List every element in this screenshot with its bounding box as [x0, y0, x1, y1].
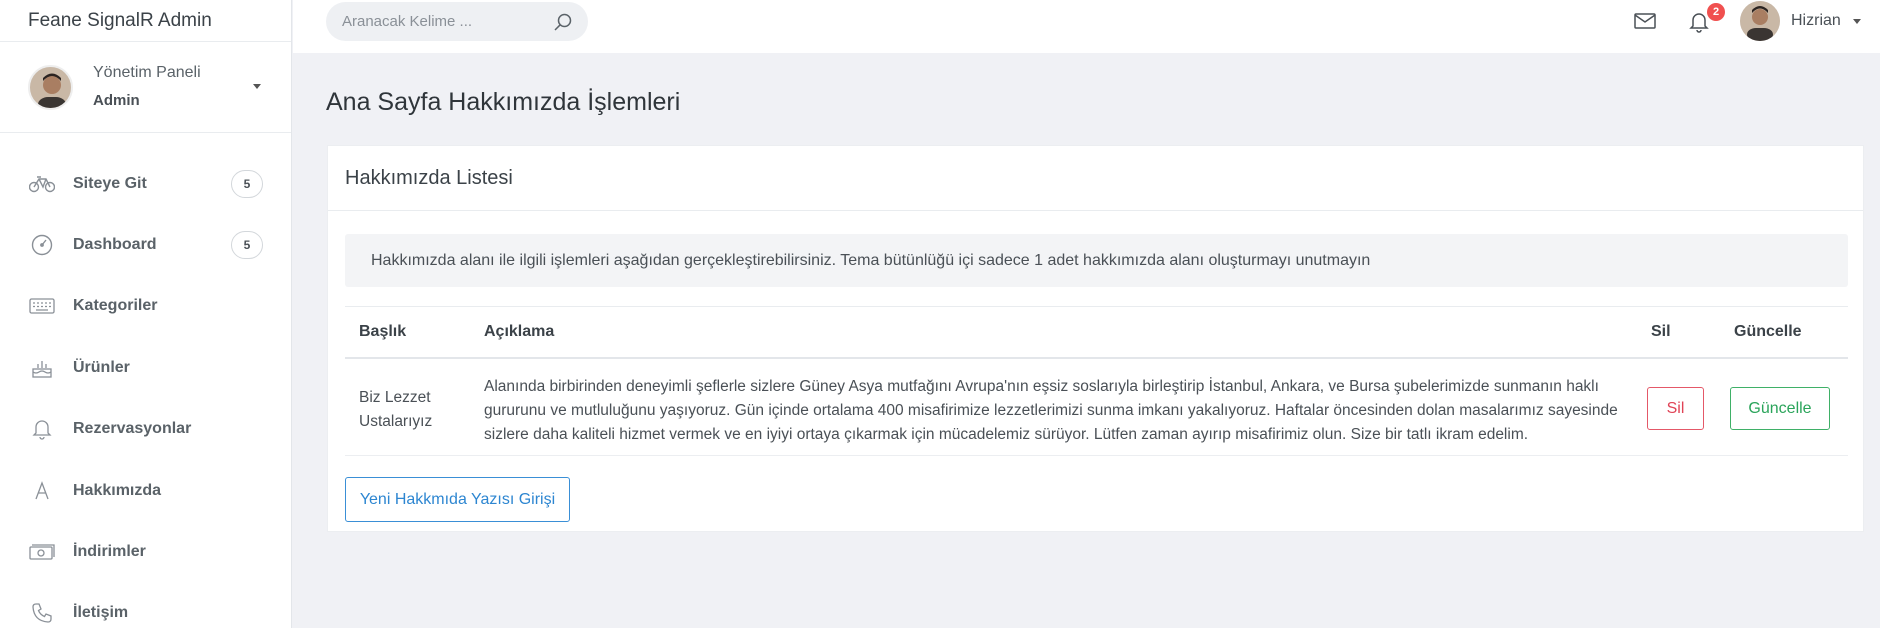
column-header-update: Güncelle — [1734, 323, 1802, 340]
count-badge: 5 — [231, 169, 263, 198]
cake-icon — [28, 354, 56, 382]
sidebar-item-label: Kategoriler — [73, 297, 158, 315]
column-header-title: Başlık — [359, 323, 407, 340]
search-input[interactable] — [342, 13, 542, 30]
delete-button[interactable]: Sil — [1647, 387, 1704, 430]
topbar: 2 Hizrian — [293, 0, 1880, 53]
about-card: Hakkımızda Listesi Hakkımızda alanı ile … — [327, 145, 1864, 532]
sidebar-item-label: Ürünler — [73, 358, 130, 376]
profile-title: Yönetim Paneli — [93, 64, 201, 81]
phone-icon — [28, 599, 56, 627]
table-row: Biz Lezzet Ustalarıyız Alanında birbirin… — [345, 359, 1848, 456]
column-header-description: Açıklama — [484, 323, 555, 340]
profile-role: Admin — [93, 92, 140, 109]
speedometer-icon — [28, 231, 56, 259]
sidebar-item-label: İletişim — [73, 604, 129, 622]
keyboard-icon — [28, 292, 56, 320]
new-about-entry-button[interactable]: Yeni Hakkmıda Yazısı Girişi — [345, 477, 570, 522]
mail-icon[interactable] — [1633, 10, 1657, 32]
sidebar-item-hakkimizda[interactable]: Hakkımızda — [0, 460, 291, 521]
user-name[interactable]: Hizrian — [1791, 12, 1841, 30]
row-title: Biz Lezzet Ustalarıyız — [359, 389, 433, 430]
sidebar-item-rezervasyonlar[interactable]: Rezervasyonlar — [0, 399, 291, 460]
count-badge: 5 — [231, 231, 263, 260]
search-box — [326, 2, 588, 41]
sidebar-item-kategoriler[interactable]: Kategoriler — [0, 276, 291, 337]
chevron-down-icon[interactable] — [253, 84, 261, 89]
chevron-down-icon[interactable] — [1853, 19, 1861, 24]
user-avatar[interactable] — [1740, 1, 1780, 41]
sidebar-item-label: İndirimler — [73, 543, 146, 561]
sidebar-item-iletisim[interactable]: İletişim — [0, 583, 291, 628]
sidebar: Feane SignalR Admin Yönetim Paneli Admin… — [0, 0, 292, 628]
bell-icon — [28, 415, 56, 443]
page-title: Ana Sayfa Hakkımızda İşlemleri — [326, 88, 681, 116]
brand-logo[interactable]: Feane SignalR Admin — [0, 0, 291, 42]
info-alert: Hakkımızda alanı ile ilgili işlemleri aş… — [345, 234, 1848, 287]
search-icon[interactable] — [552, 11, 574, 33]
sidebar-item-label: Hakkımızda — [73, 481, 162, 499]
sidebar-item-label: Rezervasyonlar — [73, 420, 192, 438]
sidebar-item-label: Siteye Git — [73, 174, 147, 192]
sidebar-item-indirimler[interactable]: İndirimler — [0, 521, 291, 582]
avatar — [28, 64, 73, 110]
sidebar-item-dashboard[interactable]: Dashboard 5 — [0, 214, 291, 275]
bicycle-icon — [28, 170, 56, 198]
sidebar-item-urunler[interactable]: Ürünler — [0, 337, 291, 398]
font-a-icon — [28, 477, 56, 505]
profile-panel[interactable]: Yönetim Paneli Admin — [0, 42, 291, 133]
notification-badge: 2 — [1707, 3, 1725, 21]
sidebar-nav: Siteye Git 5 Dashboard 5 Kategoriler Ürü… — [0, 133, 291, 628]
cash-icon — [28, 538, 56, 566]
sidebar-item-siteye-git[interactable]: Siteye Git 5 — [0, 153, 291, 214]
row-description: Alanında birbirinden deneyimli şeflerle … — [484, 378, 1618, 443]
update-button[interactable]: Güncelle — [1730, 387, 1830, 430]
column-header-delete: Sil — [1651, 323, 1671, 340]
table-header: Başlık Açıklama Sil Güncelle — [345, 306, 1848, 359]
card-title: Hakkımızda Listesi — [328, 146, 1863, 211]
about-table: Başlık Açıklama Sil Güncelle Biz Lezzet … — [345, 306, 1848, 456]
sidebar-item-label: Dashboard — [73, 236, 157, 254]
